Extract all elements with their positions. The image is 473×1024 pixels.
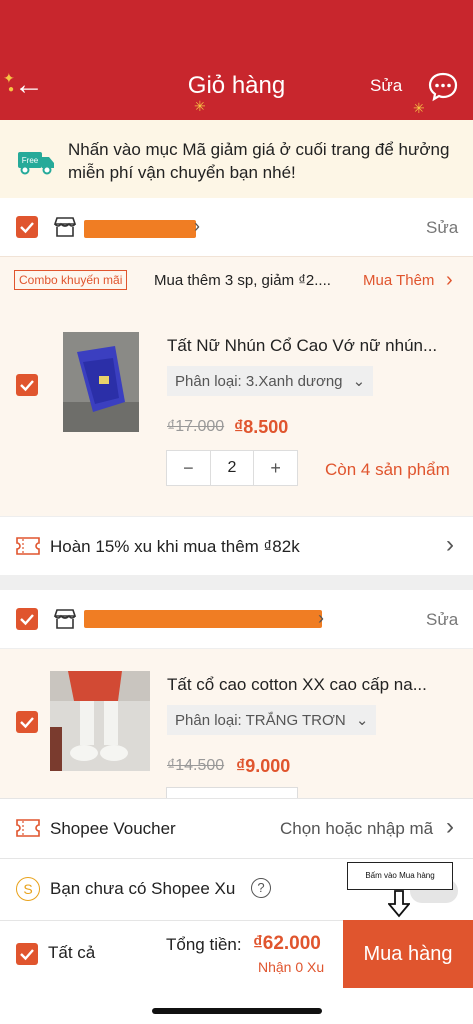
shop-edit-button[interactable]: Sửa [426, 610, 458, 630]
item-checkbox[interactable] [16, 711, 38, 733]
increase-button[interactable]: + [254, 451, 297, 485]
voucher-action[interactable]: Chọn hoặc nhập mã [280, 819, 433, 839]
cashback-row[interactable]: Hoàn 15% xu khi mua thêm ₫82k › [0, 516, 473, 575]
product-image[interactable] [50, 671, 150, 771]
decoration-sparkle: ✳ [194, 98, 206, 114]
voucher-ticket-icon [16, 819, 40, 837]
annotation-box: Bấm vào Mua hàng [347, 862, 453, 890]
chevron-down-icon: ⌄ [355, 712, 369, 729]
variant-selector[interactable]: Phân loại: 3.Xanh dương ⌄ [167, 366, 374, 396]
cart-item: Tất cổ cao cotton XX cao cấp na... Phân … [0, 648, 473, 800]
chevron-down-icon: ⌄ [352, 373, 366, 390]
home-indicator [152, 1008, 322, 1014]
free-label: Free [22, 156, 39, 165]
shop-checkbox[interactable] [16, 608, 38, 630]
buy-more-link[interactable]: Mua Thêm [363, 272, 434, 289]
combo-tag: Combo khuyến mãi [14, 270, 128, 290]
combo-text: Mua thêm 3 sp, giảm ₫2.... [154, 272, 331, 289]
coin-icon: S [16, 877, 40, 901]
quantity-stepper: − 2 + [166, 450, 298, 486]
help-icon[interactable]: ? [251, 878, 271, 898]
product-image[interactable] [63, 332, 139, 432]
checkout-button[interactable]: Mua hàng [343, 920, 473, 988]
edit-button[interactable]: Sửa [370, 76, 402, 96]
shop-checkbox[interactable] [16, 216, 38, 238]
total-label: Tổng tiền: [166, 935, 242, 954]
select-all-label[interactable]: Tất cả [48, 943, 95, 963]
total-value: ₫62.000 [253, 933, 321, 954]
shopee-voucher-row[interactable]: Shopee Voucher Chọn hoặc nhập mã › [0, 798, 473, 859]
sale-price: ₫9.000 [236, 756, 291, 776]
decrease-button[interactable]: − [167, 451, 210, 485]
chevron-right-icon[interactable]: › [446, 813, 454, 841]
shop-name-redacted[interactable] [84, 610, 322, 628]
shop-name-redacted[interactable] [84, 220, 196, 238]
chat-icon[interactable] [427, 70, 459, 102]
free-shipping-banner[interactable]: Free Nhấn vào mục Mã giảm giá ở cuối tra… [0, 120, 473, 198]
xu-earn-text: Nhận 0 Xu [258, 959, 325, 975]
home-indicator-area [0, 988, 473, 1024]
decoration-sparkle: ✳ [413, 100, 425, 116]
sale-price: ₫8.500 [234, 417, 289, 437]
stock-remaining: Còn 4 sản phẩm [325, 460, 450, 479]
shop-store-icon [53, 609, 77, 629]
item-checkbox[interactable] [16, 374, 38, 396]
cart-item: Tất Nữ Nhún Cổ Cao Vớ nữ nhún... Phân lo… [0, 304, 473, 516]
variant-label: Phân loại: TRẮNG TRƠN [175, 712, 346, 729]
variant-selector[interactable]: Phân loại: TRẮNG TRƠN ⌄ [167, 705, 377, 735]
product-name[interactable]: Tất Nữ Nhún Cổ Cao Vớ nữ nhún... [167, 336, 437, 356]
shop-edit-button[interactable]: Sửa [426, 218, 458, 238]
chevron-right-icon[interactable]: › [318, 608, 324, 629]
select-all-checkbox[interactable] [16, 943, 38, 965]
shop-store-icon [53, 217, 77, 237]
shop-header: › Sửa [0, 198, 473, 256]
quantity-value[interactable]: 2 [209, 451, 255, 485]
variant-label: Phân loại: 3.Xanh dương [175, 373, 343, 390]
cashback-text: Hoàn 15% xu khi mua thêm ₫82k [50, 537, 300, 556]
original-price: ₫17.000 [167, 418, 225, 435]
chevron-right-icon[interactable]: › [194, 216, 200, 237]
shop-header: › Sửa [0, 590, 473, 648]
xu-label: Bạn chưa có Shopee Xu [50, 879, 236, 898]
ticket-icon [16, 537, 40, 555]
free-shipping-truck-icon: Free [18, 152, 54, 175]
chevron-right-icon[interactable]: › [446, 531, 454, 559]
product-name[interactable]: Tất cổ cao cotton XX cao cấp na... [167, 675, 427, 695]
voucher-label: Shopee Voucher [50, 819, 176, 838]
app-header: ✦ ● ← Giỏ hàng ✳ Sửa ✳ [0, 0, 473, 120]
original-price: ₫14.500 [167, 757, 225, 774]
free-shipping-text: Nhấn vào mục Mã giảm giá ở cuối trang để… [68, 140, 450, 182]
chevron-right-icon[interactable]: › [446, 269, 453, 292]
annotation-arrow-down-icon [388, 890, 410, 918]
combo-promo-row[interactable]: Combo khuyến mãi Mua thêm 3 sp, giảm ₫2.… [0, 256, 473, 305]
